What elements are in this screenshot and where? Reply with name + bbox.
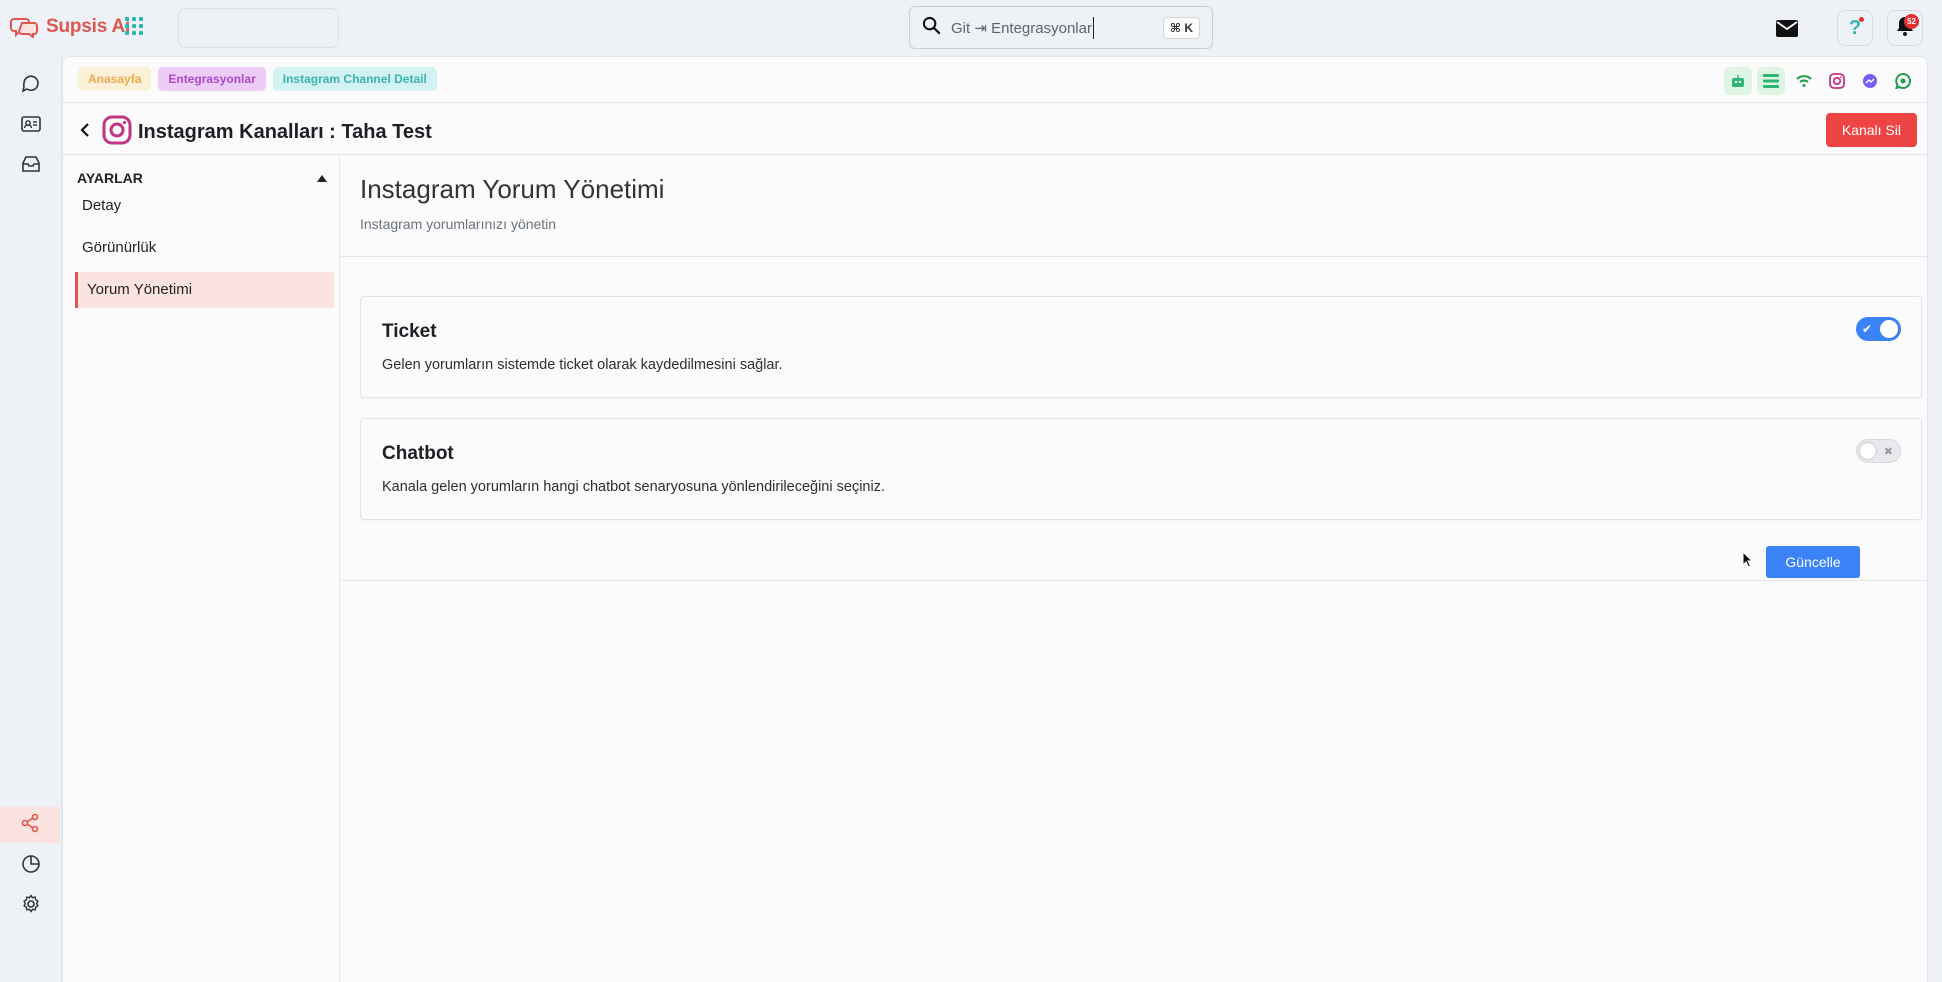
- nav-integrations[interactable]: [0, 807, 60, 843]
- search-input[interactable]: Git ⇥ Entegrasyonlar: [951, 19, 1092, 37]
- sidebar-section-header[interactable]: AYARLAR: [77, 170, 327, 190]
- command-search[interactable]: Git ⇥ Entegrasyonlar ⌘ K: [909, 6, 1213, 49]
- notification-badge: 52: [1904, 14, 1919, 29]
- mail-icon[interactable]: [1769, 10, 1805, 46]
- share-icon: [20, 813, 40, 838]
- gear-icon: [21, 893, 41, 919]
- app-logo[interactable]: Supsis Ai: [10, 14, 130, 40]
- breadcrumb-current[interactable]: Instagram Channel Detail: [272, 67, 437, 91]
- sidebar-item-comment-management[interactable]: Yorum Yönetimi: [75, 272, 334, 308]
- main-panel: Anasayfa Entegrasyonlar Instagram Channe…: [62, 56, 1928, 982]
- chat-icon: [21, 74, 41, 99]
- apps-grid-icon[interactable]: [125, 17, 143, 35]
- messenger-channel-icon[interactable]: [1856, 67, 1884, 95]
- update-button[interactable]: Güncelle: [1766, 546, 1860, 578]
- nav-inbox[interactable]: [9, 148, 53, 184]
- toggle-knob: [1859, 442, 1877, 460]
- sidebar-item-visibility[interactable]: Görünürlük: [75, 230, 334, 266]
- logo-icon: [10, 16, 40, 39]
- workspace-selector[interactable]: [178, 8, 339, 48]
- breadcrumb-home[interactable]: Anasayfa: [78, 67, 152, 91]
- sidebar-section-title: AYARLAR: [77, 170, 143, 186]
- channel-header: Instagram Kanalları : Taha Test: [78, 112, 432, 152]
- chatbot-toggle[interactable]: ✖: [1856, 439, 1901, 463]
- help-dot: [1859, 17, 1864, 22]
- help-button[interactable]: ?: [1837, 10, 1873, 46]
- breadcrumb: Anasayfa Entegrasyonlar Instagram Channe…: [78, 67, 437, 91]
- breadcrumb-integrations[interactable]: Entegrasyonlar: [158, 67, 266, 91]
- search-icon: [922, 16, 941, 40]
- nav-conversations[interactable]: [9, 68, 53, 104]
- list-channel-icon[interactable]: [1757, 67, 1785, 95]
- top-bar: Supsis Ai Git ⇥ Entegrasyonlar ⌘ K ? 52: [0, 0, 1942, 56]
- divider: [63, 154, 1927, 155]
- nav-contacts[interactable]: [9, 108, 53, 144]
- nav-reports[interactable]: [9, 848, 53, 884]
- section-title: Instagram Yorum Yönetimi: [360, 174, 665, 204]
- collapse-caret-icon[interactable]: [317, 175, 327, 182]
- toggle-knob: [1880, 320, 1898, 338]
- bot-channel-icon[interactable]: [1724, 67, 1752, 95]
- page-title: Instagram Kanalları : Taha Test: [138, 120, 432, 143]
- app-name: Supsis Ai: [46, 16, 131, 37]
- delete-channel-button[interactable]: Kanalı Sil: [1825, 113, 1917, 147]
- inbox-icon: [21, 155, 41, 178]
- channel-icons: [1724, 67, 1917, 95]
- pie-chart-icon: [21, 854, 41, 879]
- left-nav-rail: [0, 56, 62, 982]
- sidebar-item-detail[interactable]: Detay: [75, 188, 334, 224]
- contact-card-icon: [21, 115, 41, 138]
- whatsapp-channel-icon[interactable]: [1889, 67, 1917, 95]
- settings-sidebar: AYARLAR Detay Görünürlük Yorum Yönetimi: [63, 154, 340, 982]
- check-icon: ✔: [1862, 322, 1873, 336]
- instagram-icon: [102, 115, 132, 150]
- mouse-cursor-icon: [1742, 550, 1754, 574]
- divider: [63, 102, 1927, 103]
- wifi-channel-icon[interactable]: [1790, 67, 1818, 95]
- instagram-channel-icon[interactable]: [1823, 67, 1851, 95]
- shortcut-hint: ⌘ K: [1162, 17, 1200, 39]
- notifications-button[interactable]: 52: [1887, 10, 1923, 46]
- text-caret: [1092, 16, 1094, 39]
- nav-settings[interactable]: [9, 888, 53, 924]
- back-arrow-icon[interactable]: [78, 122, 92, 143]
- ticket-toggle[interactable]: ✔: [1856, 317, 1901, 341]
- x-icon: ✖: [1883, 446, 1893, 458]
